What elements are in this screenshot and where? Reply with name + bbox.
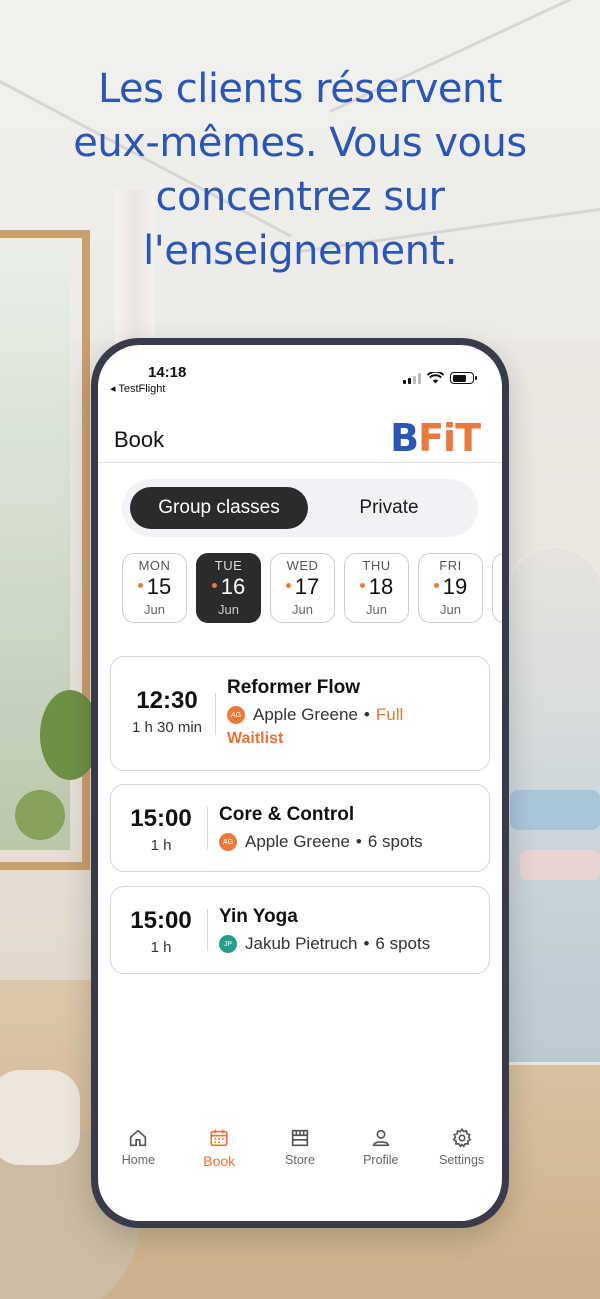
segment-private[interactable]: Private bbox=[308, 487, 470, 529]
day-of-week: TUE bbox=[214, 558, 243, 573]
headline-line: l'enseignement. bbox=[143, 228, 457, 274]
tab-settings[interactable]: Settings bbox=[421, 1127, 502, 1187]
tab-label: Home bbox=[121, 1153, 156, 1167]
headline-line: Les clients réservent bbox=[97, 66, 503, 112]
month-label: Jun bbox=[440, 602, 461, 617]
day-number: 15 bbox=[123, 574, 186, 600]
month-label: Jun bbox=[366, 602, 387, 617]
class-name: Yin Yoga bbox=[219, 906, 298, 927]
tab-book[interactable]: Book bbox=[179, 1127, 260, 1187]
back-to-testflight[interactable]: ◂ TestFlight bbox=[110, 382, 165, 395]
instructor-avatar: AG bbox=[227, 706, 245, 724]
date-chip-offscreen[interactable] bbox=[492, 553, 502, 623]
day-number: 19 bbox=[419, 574, 482, 600]
month-label: Jun bbox=[144, 602, 165, 617]
headline-line: concentrez sur bbox=[155, 174, 445, 220]
home-icon bbox=[130, 1129, 147, 1147]
tab-label: Profile bbox=[363, 1153, 399, 1167]
class-name: Core & Control bbox=[219, 804, 355, 825]
class-type-toggle: Group classes Private bbox=[122, 479, 478, 537]
tab-label: Store bbox=[285, 1153, 315, 1167]
class-time: 15:00 bbox=[130, 805, 192, 832]
bfit-logo: BFiT bbox=[390, 416, 481, 460]
day-number: 16 bbox=[197, 574, 260, 600]
status-bar: 14:18 ◂ TestFlight bbox=[98, 345, 502, 403]
date-chip[interactable]: MON 15 Jun bbox=[122, 553, 187, 623]
tab-home[interactable]: Home bbox=[98, 1127, 179, 1187]
user-icon bbox=[372, 1129, 389, 1147]
page-title: Book bbox=[114, 427, 165, 452]
wifi-icon bbox=[427, 372, 444, 384]
day-number: 18 bbox=[345, 574, 408, 600]
marketing-headline: Les clients réservent eux-mêmes. Vous vo… bbox=[0, 62, 600, 278]
date-chip-selected[interactable]: TUE 16 Jun bbox=[196, 553, 261, 623]
day-of-week: THU bbox=[362, 558, 391, 573]
signal-icon bbox=[403, 372, 421, 384]
bottom-tab-bar: Home Book Store Profile Settings bbox=[98, 1127, 502, 1187]
class-name: Reformer Flow bbox=[227, 677, 361, 698]
class-duration: 1 h bbox=[150, 837, 172, 854]
availability-status: Full bbox=[375, 705, 404, 724]
class-duration: 1 h 30 min bbox=[131, 719, 203, 736]
tab-label: Settings bbox=[439, 1153, 485, 1167]
class-duration: 1 h bbox=[150, 939, 172, 956]
headline-line: eux-mêmes. Vous vous bbox=[73, 120, 527, 166]
instructor-name: Apple Greene bbox=[253, 705, 358, 724]
phone-frame: 14:18 ◂ TestFlight Book BFiT Group class… bbox=[91, 338, 509, 1228]
app-header: Book BFiT bbox=[98, 411, 502, 463]
tab-store[interactable]: Store bbox=[260, 1127, 341, 1187]
calendar-icon bbox=[210, 1129, 228, 1147]
instructor-name: Jakub Pietruch bbox=[245, 934, 358, 953]
date-picker: MON 15 Jun TUE 16 Jun WED 17 Jun THU 18 … bbox=[122, 553, 502, 623]
day-of-week: MON bbox=[138, 558, 171, 573]
instructor-name: Apple Greene bbox=[245, 832, 350, 851]
class-card[interactable]: 12:30 1 h 30 min Reformer Flow AG Apple … bbox=[110, 656, 490, 771]
availability-status: 6 spots bbox=[367, 832, 423, 851]
day-of-week: FRI bbox=[439, 558, 462, 573]
day-of-week: WED bbox=[286, 558, 319, 573]
availability-status: 6 spots bbox=[375, 934, 431, 953]
gear-icon bbox=[452, 1127, 472, 1148]
month-label: Jun bbox=[292, 602, 313, 617]
tab-profile[interactable]: Profile bbox=[340, 1127, 421, 1187]
month-label: Jun bbox=[218, 602, 239, 617]
instructor-avatar: JP bbox=[219, 935, 237, 953]
date-chip[interactable]: WED 17 Jun bbox=[270, 553, 335, 623]
segment-group-classes[interactable]: Group classes bbox=[130, 487, 308, 529]
class-card[interactable]: 15:00 1 h Core & Control AG Apple Greene… bbox=[110, 784, 490, 872]
waitlist-label[interactable]: Waitlist bbox=[227, 730, 477, 748]
store-icon bbox=[291, 1129, 309, 1147]
status-time: 14:18 bbox=[148, 364, 187, 381]
date-chip[interactable]: FRI 19 Jun bbox=[418, 553, 483, 623]
battery-icon bbox=[450, 372, 477, 384]
day-number: 17 bbox=[271, 574, 334, 600]
date-chip[interactable]: THU 18 Jun bbox=[344, 553, 409, 623]
instructor-avatar: AG bbox=[219, 833, 237, 851]
class-card[interactable]: 15:00 1 h Yin Yoga JP Jakub Pietruch • 6… bbox=[110, 886, 490, 974]
status-icons bbox=[403, 372, 477, 384]
class-time: 15:00 bbox=[130, 907, 192, 934]
tab-label: Book bbox=[203, 1153, 236, 1169]
app-screen: 14:18 ◂ TestFlight Book BFiT Group class… bbox=[98, 345, 502, 1221]
class-time: 12:30 bbox=[136, 687, 198, 714]
